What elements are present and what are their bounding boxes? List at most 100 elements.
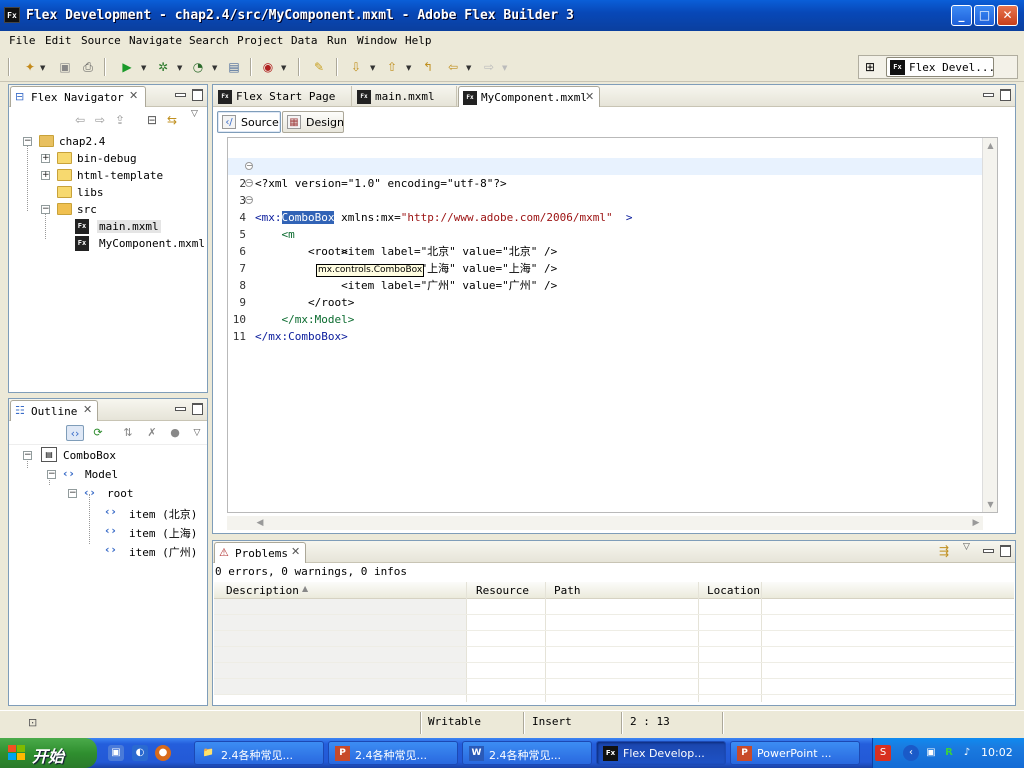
collapse-tray-icon[interactable]: ‹ xyxy=(903,745,919,761)
column-description[interactable]: Description xyxy=(226,584,299,597)
sogou-icon[interactable]: S xyxy=(875,745,891,761)
outline-item[interactable]: ‹ › item (北京) xyxy=(17,505,207,521)
debug-icon[interactable]: ✲ xyxy=(155,59,171,75)
new-dropdown-icon[interactable]: ▼ xyxy=(40,64,46,72)
media-icon[interactable]: ◐ xyxy=(132,745,148,761)
tab-flex-navigator[interactable]: ⊟ Flex Navigator ✕ xyxy=(10,86,146,107)
back-dropdown-icon[interactable]: ▼ xyxy=(466,64,472,72)
run-icon[interactable]: ▶ xyxy=(119,59,135,75)
firefox-icon[interactable]: ● xyxy=(155,745,171,761)
print-icon[interactable]: ⎙ xyxy=(80,59,96,75)
scroll-left-icon[interactable]: ◀ xyxy=(253,516,267,530)
design-mode-button[interactable]: ▦ Design xyxy=(282,111,344,133)
tree-item-folder[interactable]: libs xyxy=(17,185,197,201)
column-path[interactable]: Path xyxy=(554,584,581,597)
menu-navigate[interactable]: Navigate xyxy=(129,34,182,47)
minimize-view-icon[interactable] xyxy=(982,545,994,556)
next-annotation-dropdown-icon[interactable]: ▼ xyxy=(370,64,376,72)
maximize-button[interactable]: □ xyxy=(974,5,995,26)
prev-annotation-dropdown-icon[interactable]: ▼ xyxy=(406,64,412,72)
scroll-down-icon[interactable]: ▼ xyxy=(984,498,997,511)
maximize-view-icon[interactable] xyxy=(1000,89,1011,101)
network-icon[interactable]: ▣ xyxy=(923,745,939,761)
profile-icon[interactable]: ◔ xyxy=(190,59,206,75)
tab-mycomponent-mxml[interactable]: Fx MyComponent.mxml ✕ xyxy=(458,86,600,107)
column-location[interactable]: Location xyxy=(707,584,760,597)
show-desktop-icon[interactable]: ▣ xyxy=(108,745,124,761)
taskbar-item[interactable]: W 2.4各种常见... xyxy=(462,741,592,765)
minimize-view-icon[interactable] xyxy=(174,403,186,414)
close-button[interactable]: ✕ xyxy=(997,5,1018,26)
tab-main-mxml[interactable]: Fx main.mxml xyxy=(353,86,457,107)
menu-help[interactable]: Help xyxy=(405,34,432,47)
r-app-icon[interactable]: R xyxy=(941,745,957,761)
fold-icon[interactable]: − xyxy=(245,196,253,204)
filter-icon[interactable]: ● xyxy=(166,425,184,441)
close-icon[interactable]: ✕ xyxy=(585,90,594,103)
tab-flex-start-page[interactable]: Fx Flex Start Page xyxy=(214,86,352,107)
source-mode-button[interactable]: ‹/ Source xyxy=(217,111,281,133)
external-tools-icon[interactable]: ◉ xyxy=(260,59,276,75)
new-icon[interactable]: ✦ xyxy=(22,59,38,75)
last-edit-icon[interactable]: ↰ xyxy=(420,59,436,75)
tree-item-folder[interactable]: − src xyxy=(17,202,197,218)
scroll-right-icon[interactable]: ▶ xyxy=(969,516,983,530)
back-icon[interactable]: ⇦ xyxy=(445,59,461,75)
fold-icon[interactable]: − xyxy=(245,179,253,187)
forward-dropdown-icon[interactable]: ▼ xyxy=(502,64,508,72)
expand-icon[interactable]: + xyxy=(41,171,50,180)
debug-dropdown-icon[interactable]: ▼ xyxy=(177,64,183,72)
horizontal-scrollbar[interactable]: ◀ ▶ xyxy=(227,516,983,530)
fold-icon[interactable]: − xyxy=(245,162,253,170)
tab-problems[interactable]: ⚠ Problems ✕ xyxy=(214,542,306,563)
view-menu-icon[interactable]: ▽ xyxy=(188,425,206,441)
menu-window[interactable]: Window xyxy=(357,34,397,47)
taskbar-item[interactable]: P PowerPoint ... xyxy=(730,741,860,765)
menu-run[interactable]: Run xyxy=(327,34,347,47)
menu-source[interactable]: Source xyxy=(81,34,121,47)
view-menu-icon[interactable]: ▽ xyxy=(191,109,198,119)
volume-icon[interactable]: ♪ xyxy=(959,745,975,761)
flex-development-perspective-button[interactable]: Fx Flex Devel... xyxy=(886,57,995,77)
vertical-scrollbar[interactable]: ▲ ▼ xyxy=(982,138,997,512)
taskbar-item-active[interactable]: Fx Flex Develop... xyxy=(596,741,726,765)
open-perspective-icon[interactable]: ⊞ xyxy=(865,60,875,74)
forward-icon[interactable]: ⇨ xyxy=(481,59,497,75)
save-icon[interactable]: ▣ xyxy=(57,59,73,75)
menu-edit[interactable]: Edit xyxy=(45,34,72,47)
tree-item-folder[interactable]: + bin-debug xyxy=(17,151,197,167)
view-menu-icon[interactable]: ▽ xyxy=(963,542,970,552)
tree-item-project[interactable]: − chap2.4 xyxy=(17,134,197,150)
forward-icon[interactable]: ⇨ xyxy=(95,113,105,127)
collapse-icon[interactable]: − xyxy=(23,451,32,460)
menu-data[interactable]: Data xyxy=(291,34,318,47)
run-dropdown-icon[interactable]: ▼ xyxy=(141,64,147,72)
menu-project[interactable]: Project xyxy=(237,34,283,47)
close-icon[interactable]: ✕ xyxy=(291,546,303,558)
maximize-view-icon[interactable] xyxy=(192,89,203,101)
taskbar-item[interactable]: 📁 2.4各种常见... xyxy=(194,741,324,765)
next-annotation-icon[interactable]: ⇩ xyxy=(348,59,364,75)
outline-item[interactable]: − ‹ › root xyxy=(17,486,197,502)
code-editor[interactable]: 1 <?xml version="1.0" encoding="utf-8"?>… xyxy=(227,137,998,513)
profile-dropdown-icon[interactable]: ▼ xyxy=(212,64,218,72)
scroll-up-icon[interactable]: ▲ xyxy=(984,139,997,152)
fast-view-icon[interactable]: ⊡ xyxy=(28,716,37,729)
start-button[interactable]: 开始 xyxy=(0,738,97,768)
collapse-icon[interactable]: − xyxy=(23,137,32,146)
up-icon[interactable]: ⇪ xyxy=(115,113,125,127)
brush-icon[interactable]: ✎ xyxy=(311,59,327,75)
outline-item[interactable]: − ‹ › Model xyxy=(17,467,197,483)
column-resource[interactable]: Resource xyxy=(476,584,529,597)
maximize-view-icon[interactable] xyxy=(1000,545,1011,557)
collapse-icon[interactable]: − xyxy=(41,205,50,214)
refresh-icon[interactable]: ⟳ xyxy=(89,425,107,441)
menu-file[interactable]: File xyxy=(9,34,36,47)
filter-icon[interactable]: ⇶ xyxy=(939,544,949,558)
external-tools-dropdown-icon[interactable]: ▼ xyxy=(281,64,287,72)
collapse-all-icon[interactable]: ⊟ xyxy=(147,113,157,127)
tree-item-folder[interactable]: + html-template xyxy=(17,168,197,184)
back-icon[interactable]: ⇦ xyxy=(75,113,85,127)
close-icon[interactable]: ✕ xyxy=(129,90,141,102)
show-tags-icon[interactable]: ‹› xyxy=(66,425,84,441)
